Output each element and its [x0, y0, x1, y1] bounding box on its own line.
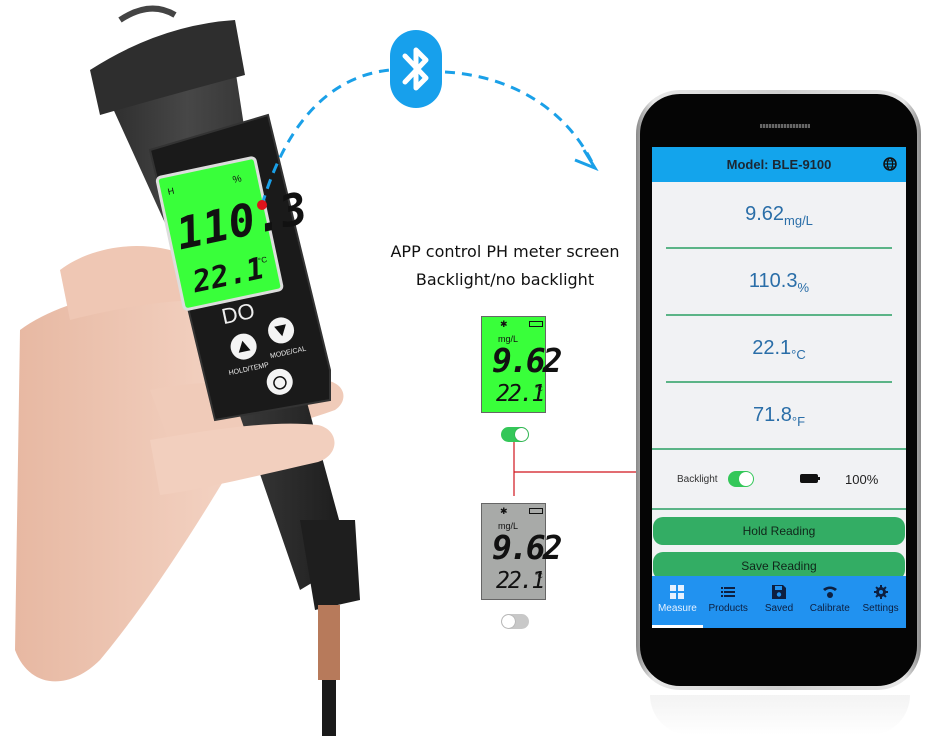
divider — [652, 508, 906, 510]
arc-start-dot — [257, 200, 267, 210]
bluetooth-icon: ✱ — [500, 319, 508, 329]
preview-lcd-backlight-off: ✱ mg/L 9.62 22.1 °C — [481, 503, 563, 600]
nav-label: Settings — [862, 603, 899, 614]
triangle-down-icon — [274, 324, 286, 337]
nav-measure[interactable]: Measure — [652, 576, 703, 628]
status-row: Backlight 100% — [652, 450, 906, 508]
toggle-knob — [502, 615, 515, 628]
meter-mode-cal-label: MODE/CAL — [270, 346, 307, 360]
preview-temperature: 22.1 — [496, 381, 545, 407]
nav-label: Products — [708, 603, 748, 614]
reading-unit: % — [797, 280, 810, 295]
nav-products[interactable]: Products — [703, 576, 754, 628]
preview-backlight-toggle-off[interactable] — [501, 614, 529, 629]
app-screen: Model: BLE-9100 9.62 mg/L 110.3% 22.1 °C 7… — [652, 147, 906, 628]
caption-line-2: Backlight/no backlight — [415, 270, 595, 289]
preview-backlight-toggle-on[interactable] — [501, 427, 529, 442]
meter-down-button[interactable] — [266, 315, 297, 346]
meter-up-button[interactable] — [228, 331, 259, 362]
preview-temperature: 22.1 — [496, 568, 545, 594]
bluetooth-badge — [390, 30, 442, 108]
nav-label: Saved — [764, 603, 794, 614]
triangle-up-icon — [238, 340, 251, 353]
reading-value: 110.3 — [748, 270, 798, 292]
thumb — [150, 423, 335, 495]
arc-arrowhead — [574, 149, 599, 172]
hold-reading-button[interactable]: Hold Reading — [653, 517, 905, 545]
preview-temperature-unit: °C — [535, 386, 543, 393]
caption: APP control PH meter screen Backlight/no… — [380, 238, 630, 294]
reading-value: 9.62 — [745, 203, 785, 225]
meter-main-unit: % — [232, 173, 243, 186]
nav-calibrate[interactable]: Calibrate — [804, 576, 855, 628]
meter-hold-temp-label: HOLD/TEMP — [228, 362, 270, 377]
preview-lcd-backlight-on: ✱ mg/L 9.62 22.1 °C — [481, 316, 563, 413]
bluetooth-icon: ✱ — [500, 506, 508, 516]
dashboard-icon — [670, 585, 685, 599]
battery-icon — [529, 508, 543, 514]
meter-power-button[interactable] — [264, 366, 295, 397]
app-header: Model: BLE-9100 — [652, 147, 906, 182]
reading-saturation: 110.3% — [652, 249, 906, 314]
reading-value: 71.8 — [752, 404, 792, 426]
list-icon — [721, 587, 736, 597]
reading-value: 22.1 — [752, 337, 792, 359]
backlight-label: Backlight — [677, 473, 718, 485]
save-icon — [771, 585, 786, 599]
reading-unit: °C — [791, 347, 806, 362]
meter-body — [90, 5, 360, 736]
reading-unit: °F — [791, 414, 806, 429]
gear-icon — [873, 585, 888, 599]
hand — [15, 246, 344, 682]
globe-icon[interactable] — [883, 157, 897, 171]
preview-reading: 9.62 — [492, 528, 563, 567]
caption-line-1: APP control PH meter screen — [390, 242, 620, 261]
phone-reflection — [650, 695, 910, 735]
power-icon — [273, 376, 287, 390]
backlight-toggle[interactable] — [728, 471, 754, 487]
reading-temperature-f: 71.8 °F — [652, 383, 906, 448]
meter-temperature: 22.1 — [189, 251, 268, 300]
preview-reading: 9.62 — [492, 341, 563, 380]
nav-saved[interactable]: Saved — [754, 576, 805, 628]
meter-main-reading: 110.3 — [172, 183, 312, 260]
meter-temperature-unit: °C — [257, 255, 268, 266]
meter-lcd: H % 110.3 22.1 °C DO HOLD/TEMP MODE/CAL — [155, 156, 312, 397]
battery-icon — [529, 321, 543, 327]
wifi-icon — [822, 586, 837, 598]
bluetooth-icon — [402, 47, 429, 91]
toggle-knob — [739, 472, 753, 486]
toggle-knob — [515, 428, 528, 441]
reading-unit: mg/L — [784, 213, 813, 228]
bottom-nav: Measure Products Saved Calibrate Setting… — [652, 576, 906, 628]
nav-label: Calibrate — [809, 603, 850, 614]
reading-temperature-c: 22.1 °C — [652, 316, 906, 381]
meter-hold-indicator: H — [167, 186, 175, 197]
app-title: Model: BLE-9100 — [726, 157, 832, 172]
battery-icon — [800, 474, 820, 483]
meter-device-label: DO — [219, 298, 256, 329]
battery-percent: 100% — [845, 471, 879, 487]
reading-dissolved-oxygen: 9.62 mg/L — [652, 182, 906, 247]
phone-speaker — [760, 124, 810, 128]
preview-temperature-unit: °C — [535, 573, 543, 580]
nav-settings[interactable]: Settings — [855, 576, 906, 628]
nav-label: Measure — [657, 603, 697, 614]
